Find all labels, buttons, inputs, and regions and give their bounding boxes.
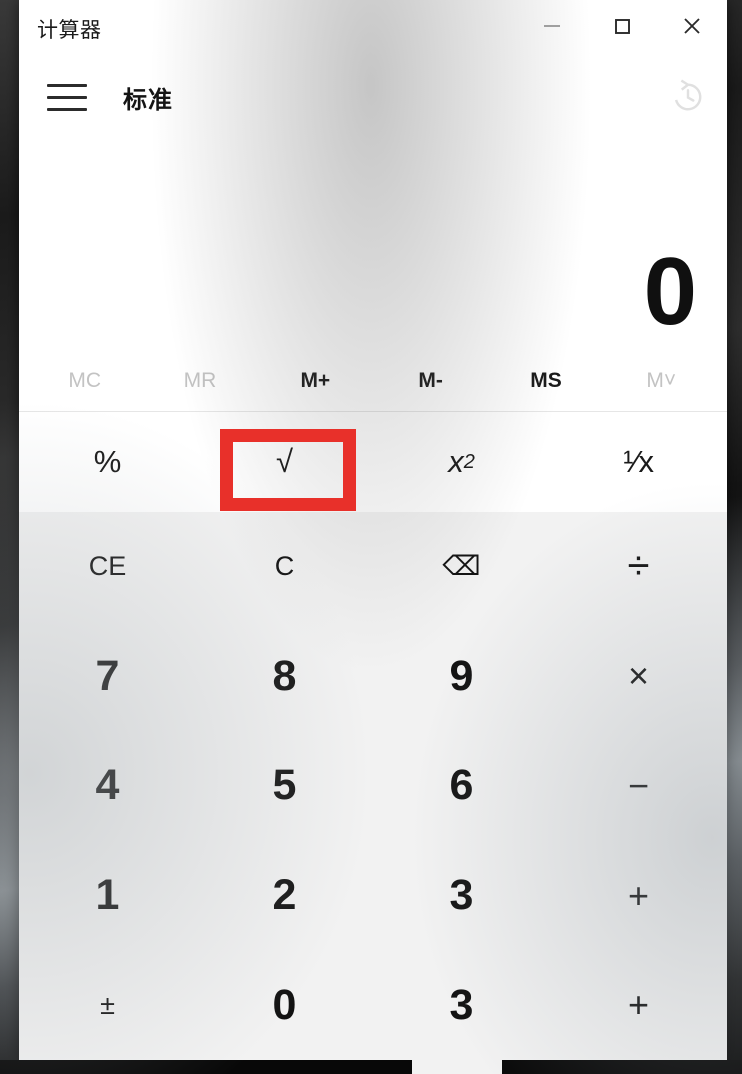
display-result: 0 [643,237,697,345]
key-digit-5[interactable]: 5 [196,731,373,841]
hamburger-menu-icon[interactable] [39,74,95,120]
screen-bottom-notch [412,1060,502,1074]
history-glyph [674,79,702,111]
key-digit-3-alt[interactable]: 3 [373,950,550,1060]
key-digit-9[interactable]: 9 [373,622,550,732]
hamburger-line [47,83,87,87]
desktop-wallpaper: 计算器 标准 0 MC MR M+ M- MS M˅ % √ x 2 ¹⁄x C… [0,0,742,1074]
hamburger-line [47,95,87,99]
memory-button-m+[interactable]: M+ [258,359,373,403]
key-digit-4[interactable]: 4 [19,731,196,841]
function-button-square-root[interactable]: √ [196,412,373,512]
function-button-percent[interactable]: % [19,412,196,512]
keypad-grid: CE C ⌫ ÷ 7 8 9 × 4 5 6− 1 2 3 + ±0 3 + [19,512,727,1060]
minimize-icon [544,25,560,27]
maximize-button[interactable] [587,0,657,52]
screen-bottom-edge [0,1060,742,1074]
hamburger-line [47,107,87,111]
key-clear-entry[interactable]: CE [19,512,196,622]
key-multiply[interactable]: × [550,622,727,732]
memory-button-ms[interactable]: MS [488,359,603,403]
key-add[interactable]: + [550,841,727,951]
key-divide[interactable]: ÷ [550,512,727,622]
calculator-mode-label: 标准 [123,86,173,114]
key-digit-1[interactable]: 1 [19,841,196,951]
caption-button-group [517,0,727,52]
memory-button-row: MC MR M+ M- MS M˅ [19,350,727,412]
key-digit-8[interactable]: 8 [196,622,373,732]
key-clear[interactable]: C [196,512,373,622]
function-button-reciprocal[interactable]: ¹⁄x [550,412,727,512]
calculator-window: 计算器 标准 0 MC MR M+ M- MS M˅ % √ x 2 ¹⁄x C… [19,0,727,1060]
key-plus-minus[interactable]: ± [19,950,196,1060]
key-digit-0[interactable]: 0 [196,950,373,1060]
key-digit-3[interactable]: 3 [373,841,550,951]
function-button-row: % √ x 2 ¹⁄x [19,412,727,512]
memory-button-mc: MC [27,359,142,403]
display-area: 0 [19,132,727,350]
memory-button-m: M˅ [604,359,719,403]
mode-bar: 标准 [19,62,727,132]
history-clock-icon[interactable] [665,74,711,120]
minimize-button[interactable] [517,0,587,52]
memory-button-mr: MR [142,359,257,403]
function-button-squared[interactable]: x2 [373,412,550,512]
key-digit-6[interactable]: 6 [373,731,550,841]
title-bar[interactable]: 计算器 [19,0,727,62]
memory-button-m-[interactable]: M- [373,359,488,403]
window-title: 计算器 [37,19,102,42]
key-backspace[interactable]: ⌫ [373,512,550,622]
key-subtract[interactable]: − [550,731,727,841]
key-digit-7[interactable]: 7 [19,622,196,732]
maximize-icon [615,19,630,34]
close-button[interactable] [657,0,727,52]
close-icon [684,18,700,34]
key-digit-2[interactable]: 2 [196,841,373,951]
key-add-alt[interactable]: + [550,950,727,1060]
